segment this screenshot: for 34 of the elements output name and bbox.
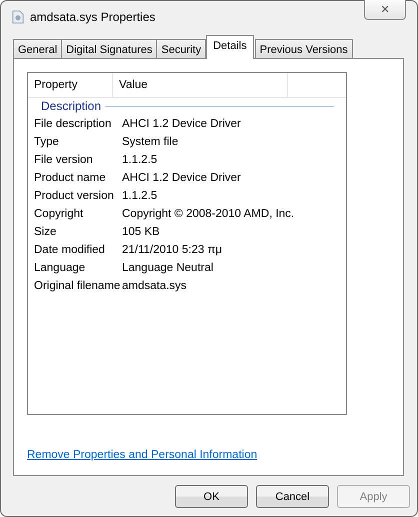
value-cell: 21/11/2010 5:23 πμ <box>122 244 222 256</box>
property-cell-text: Language <box>34 262 86 274</box>
value-cell: Language Neutral <box>122 262 214 274</box>
property-cell-text: File description <box>34 118 112 130</box>
property-cell-text: Copyright <box>34 208 84 220</box>
value-cell: amdsata.sys <box>122 280 187 292</box>
property-cell-text: Product version <box>34 190 115 202</box>
property-cell-text: Original filename <box>34 280 122 292</box>
dialog-button[interactable]: Cancel <box>256 485 329 508</box>
remove-properties-link[interactable]: Remove Properties and Personal Information <box>27 449 258 461</box>
value-cell: 1.1.2.5 <box>122 154 158 166</box>
property-cell-text: Date modified <box>34 244 106 256</box>
property-cell-text: Product name <box>34 172 107 184</box>
group-header: Description <box>41 99 102 113</box>
column-header[interactable]: Property <box>28 73 113 97</box>
value-cell: 105 KB <box>122 226 160 238</box>
tab[interactable]: Digital Signatures <box>61 39 158 59</box>
value-cell: Copyright © 2008-2010 AMD, Inc. <box>122 208 294 220</box>
close-button[interactable]: ✕ <box>364 0 406 20</box>
tab[interactable]: Previous Versions <box>254 39 353 59</box>
column-header[interactable]: Value <box>113 73 288 97</box>
tab[interactable]: Details <box>206 35 254 59</box>
property-cell-text: File version <box>34 154 94 166</box>
dialog-button[interactable]: OK <box>175 485 248 508</box>
property-cell-text: Type <box>34 136 60 148</box>
tab[interactable]: General <box>13 39 62 59</box>
property-cell-text: Size <box>34 226 58 238</box>
file-icon <box>12 10 24 24</box>
value-cell: System file <box>122 136 178 148</box>
value-cell: 1.1.2.5 <box>122 190 158 202</box>
window-title: amdsata.sys Properties <box>30 10 156 24</box>
value-cell: AHCI 1.2 Device Driver <box>122 118 241 130</box>
value-cell: AHCI 1.2 Device Driver <box>122 172 241 184</box>
tab[interactable]: Security <box>156 39 206 59</box>
